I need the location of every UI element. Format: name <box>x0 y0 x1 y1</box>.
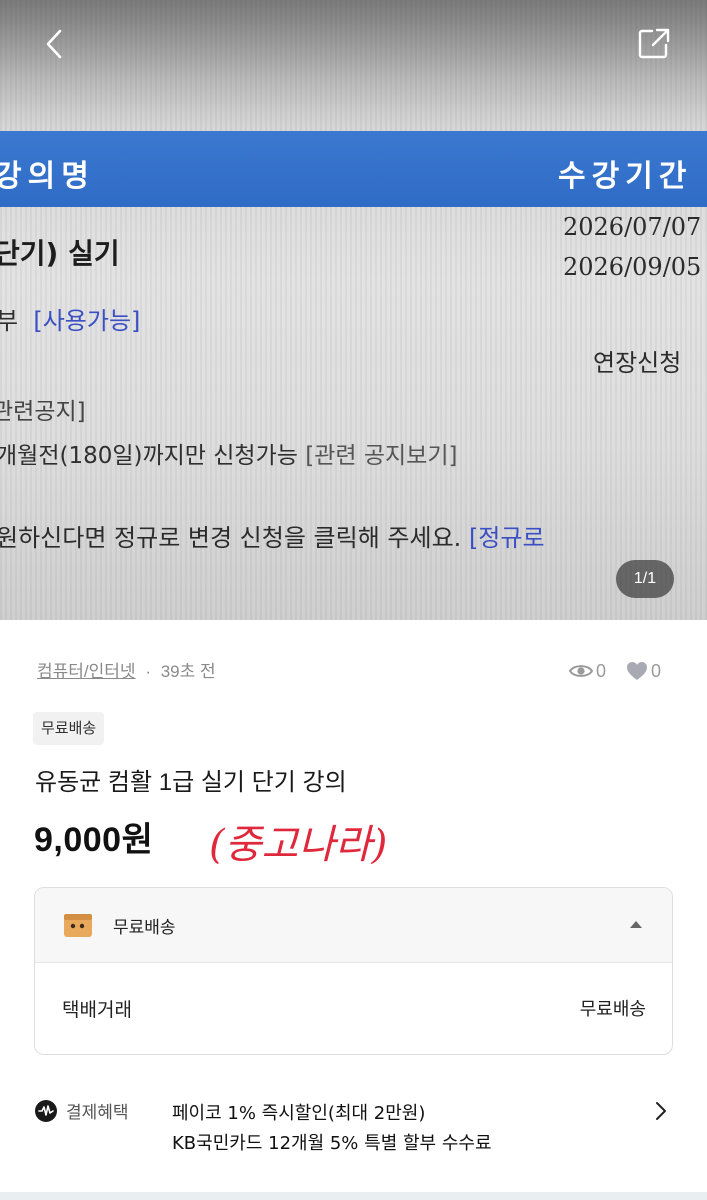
photo-date-end: 2026/09/05 <box>563 253 702 281</box>
product-photo[interactable]: 강의명 수강기간 단기) 실기 2026/07/07 2026/09/05 부 … <box>0 0 707 620</box>
category-link[interactable]: 컴퓨터/인터넷 <box>37 662 136 681</box>
photo-period-link: [관련 공지보기] <box>305 443 458 469</box>
photo-header-left: 강의명 <box>0 159 95 194</box>
photo-regular-line: 원하신다면 정규로 변경 신청을 클릭해 주세요. [정규로 <box>0 518 545 553</box>
posted-time: 39초 전 <box>160 662 216 681</box>
eye-icon <box>569 665 593 677</box>
photo-regular-text: 원하신다면 정규로 변경 신청을 클릭해 주세요. <box>0 524 462 552</box>
photo-date-start: 2026/07/07 <box>563 213 702 241</box>
product-title: 유동균 컴활 1급 실기 단기 강의 <box>35 769 347 796</box>
shipping-header-label: 무료배송 <box>113 917 176 938</box>
box-icon <box>64 914 92 937</box>
chevron-right-icon <box>656 1102 666 1120</box>
shipping-method-value: 무료배송 <box>579 999 646 1020</box>
stats-row: 0 0 <box>569 658 661 684</box>
photo-period-text: 개월전(180일)까지만 신청가능 <box>0 443 298 469</box>
photo-notice-text: 관련공지] <box>0 399 86 425</box>
free-shipping-badge: 무료배송 <box>33 712 105 745</box>
photo-period-line: 개월전(180일)까지만 신청가능 [관련 공지보기] <box>0 436 457 470</box>
shipping-toggle[interactable]: 무료배송 <box>35 888 672 963</box>
payment-benefit-row[interactable]: 결제혜택 페이코 1% 즉시할인(최대 2만원) KB국민카드 12개월 5% … <box>35 1095 675 1159</box>
payment-benefit-line2: KB국민카드 12개월 5% 특별 할부 수수료 <box>172 1133 492 1154</box>
share-button[interactable] <box>634 24 674 64</box>
payment-benefit-line1: 페이코 1% 즉시할인(최대 2만원) <box>172 1103 426 1124</box>
bottom-bar-edge <box>0 1192 707 1200</box>
shipping-card: 무료배송 택배거래 무료배송 <box>34 887 673 1055</box>
handwritten-note: (중고나라) <box>209 822 387 868</box>
image-counter: 1/1 <box>616 560 674 598</box>
meta-separator: · <box>145 662 151 681</box>
back-button[interactable] <box>36 24 76 64</box>
photo-header-right: 수강기간 <box>558 159 693 194</box>
photo-course-title: 단기) 실기 <box>0 237 120 270</box>
shipping-row: 택배거래 무료배송 <box>35 963 672 1053</box>
chevron-left-icon <box>46 29 62 59</box>
photo-usable-prefix: 부 <box>0 307 19 335</box>
photo-usable-badge: [사용가능] <box>33 307 141 335</box>
product-price: 9,000원 <box>34 821 154 859</box>
photo-extension-text: 연장신청 <box>593 349 682 377</box>
heart-icon[interactable] <box>626 661 648 681</box>
photo-usable-line: 부 [사용가능] <box>0 301 140 336</box>
shipping-method-label: 택배거래 <box>62 998 132 1021</box>
share-icon <box>638 28 670 59</box>
photo-top-shade <box>0 0 707 130</box>
handwritten-note-text: (중고나라) <box>209 822 387 868</box>
payment-icon <box>35 1100 57 1122</box>
like-count: 0 <box>651 660 662 681</box>
meta-row: 컴퓨터/인터넷 · 39초 전 <box>37 657 216 682</box>
view-count: 0 <box>596 660 607 681</box>
payment-benefit-label: 결제혜택 <box>66 1103 129 1123</box>
photo-regular-link: [정규로 <box>468 524 545 552</box>
caret-up-icon <box>630 921 642 928</box>
